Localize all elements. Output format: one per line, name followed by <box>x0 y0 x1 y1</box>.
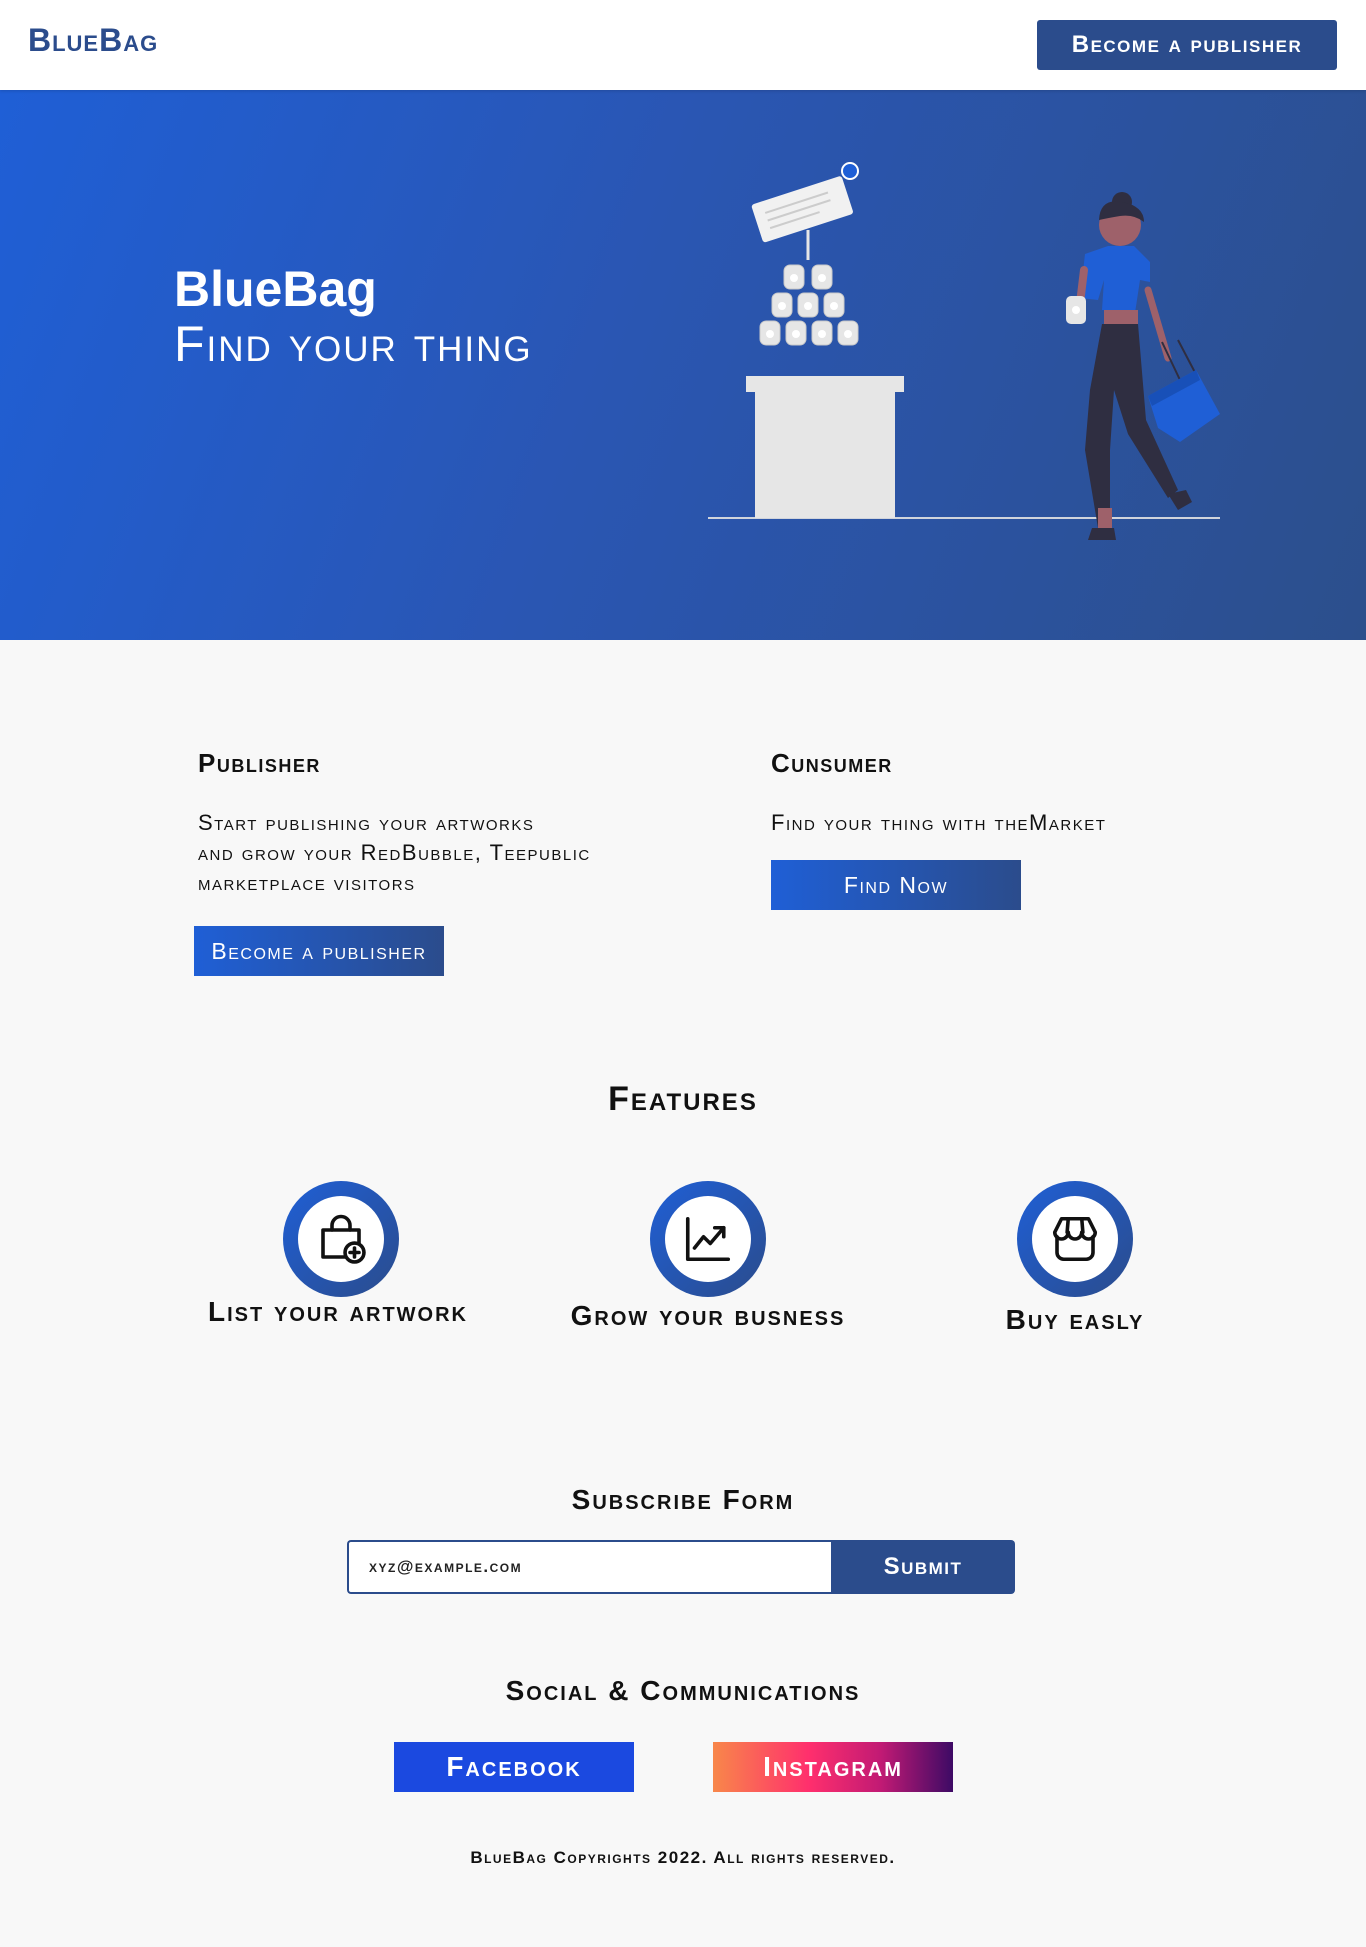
bag-plus-icon <box>321 1214 366 1264</box>
storefront-icon <box>1052 1216 1098 1262</box>
feature-label-buy: Buy easly <box>1005 1304 1145 1335</box>
publisher-line-2: and grow your RedBubble, Teepublic <box>198 840 591 865</box>
feature-circle-buy <box>1017 1181 1133 1297</box>
top-navbar: BlueBag Become a publisher <box>0 0 1366 90</box>
publisher-heading: Publisher <box>198 748 321 778</box>
feature-label-list: List your artwork <box>208 1296 468 1327</box>
features-title: Features <box>608 1080 758 1118</box>
instagram-button[interactable]: Instagram <box>713 1742 953 1792</box>
hero-title: BlueBag <box>174 261 377 317</box>
subscribe-title: Subscribe Form <box>571 1484 795 1515</box>
feature-label-grow: Grow your busness <box>570 1300 846 1331</box>
feature-circle-list <box>283 1181 399 1297</box>
brand-logo[interactable]: BlueBag <box>28 22 158 59</box>
publisher-line-3: marketplace visitors <box>198 870 416 895</box>
feature-circle-grow <box>650 1181 766 1297</box>
shopping-illustration <box>708 162 1220 540</box>
publisher-line-1: Start publishing your artworks <box>198 810 535 835</box>
hero-section: BlueBag Find your thing <box>0 90 1366 640</box>
become-publisher-nav-button[interactable]: Become a publisher <box>1037 20 1337 70</box>
footer-copyright: BlueBag Copyrights 2022. All rights rese… <box>470 1848 896 1867</box>
social-title: Social & Communications <box>505 1675 861 1706</box>
consumer-heading: Cunsumer <box>771 748 893 778</box>
find-now-button[interactable]: Find Now <box>771 860 1021 910</box>
hero-subtitle: Find your thing <box>174 316 533 372</box>
chart-line-icon <box>685 1216 731 1262</box>
consumer-description: Find your thing with theMarket <box>771 810 1107 835</box>
become-publisher-button[interactable]: Become a publisher <box>194 926 444 976</box>
publisher-description: Start publishing your artworks and grow … <box>198 808 591 898</box>
submit-button[interactable]: Submit <box>831 1540 1015 1594</box>
email-field[interactable] <box>347 1540 831 1594</box>
facebook-button[interactable]: Facebook <box>394 1742 634 1792</box>
